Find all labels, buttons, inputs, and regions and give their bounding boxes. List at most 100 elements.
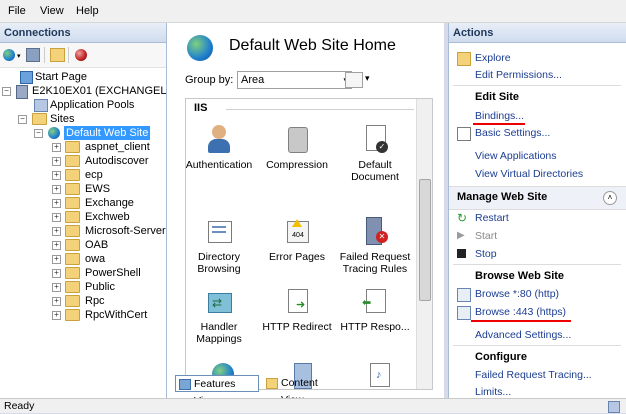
feature-error-pages[interactable]: 404 Error Pages [258,217,336,263]
edit-permissions-link[interactable]: Edit Permissions... [475,69,562,81]
http-response-icon: ⬅ [360,287,390,317]
limits-link[interactable]: Limits... [475,386,511,398]
folder-icon [65,281,80,293]
folder-icon [65,295,80,307]
scrollbar-thumb[interactable] [419,179,431,301]
browse-https-icon [457,306,471,320]
restart-link[interactable]: Restart [475,212,509,224]
configure-header: Configure [475,351,527,363]
connections-toolbar: ▾ [0,43,166,68]
feature-failed-request-tracing[interactable]: ✕ Failed Request Tracing Rules [336,217,414,275]
expand-icon[interactable]: + [52,241,61,250]
tree-node-server[interactable]: − E2K10EX01 (EXCHANGELABS\a [2,84,166,99]
start-page-icon [20,71,33,84]
connect-icon[interactable] [3,49,15,61]
expand-icon[interactable]: + [52,283,61,292]
advanced-settings-link[interactable]: Advanced Settings... [475,329,571,341]
server-icon [16,85,28,99]
basic-settings-link[interactable]: Basic Settings... [475,127,550,139]
view-mode-dropdown-icon[interactable]: ▾ [365,73,370,84]
feature-handler-mappings[interactable]: ⇄ Handler Mappings [186,287,258,345]
group-by-label: Group by: [185,74,234,86]
feature-directory-browsing[interactable]: Directory Browsing [186,217,258,275]
folder-icon [65,267,80,279]
folder-icon [65,183,80,195]
browse-https-link[interactable]: Browse :443 (https) [475,306,566,318]
expand-icon[interactable]: + [52,171,61,180]
bindings-link[interactable]: Bindings... [475,110,524,122]
error-pages-icon: 404 [282,217,312,247]
features-scrollbar[interactable] [416,99,432,389]
bindings-annotation-underline [473,123,525,125]
failed-request-tracing-icon: ✕ [360,217,390,247]
view-mode-icon[interactable] [345,72,363,88]
default-document-icon: ✓ [360,125,390,155]
folder-icon [65,225,80,237]
view-virtual-directories-link[interactable]: View Virtual Directories [475,168,583,180]
tab-features-view[interactable]: Features View [175,375,259,407]
expand-icon[interactable]: + [52,185,61,194]
up-folder-icon[interactable] [50,48,65,62]
folder-icon [65,309,80,321]
folder-icon [65,253,80,265]
basic-settings-icon [457,127,471,141]
http-redirect-icon: ➜ [282,287,312,317]
actions-title: Actions [449,23,626,43]
feature-http-response[interactable]: ⬅ HTTP Respo... [336,287,414,333]
section-divider [226,109,414,110]
expand-icon[interactable]: + [52,213,61,222]
restart-icon: ↻ [457,211,468,225]
view-tabs: Features View Content View [175,375,439,407]
browse-http-link[interactable]: Browse *:80 (http) [475,288,559,300]
expand-icon[interactable]: + [52,143,61,152]
view-applications-link[interactable]: View Applications [475,150,557,162]
collapse-icon[interactable]: − [18,115,27,124]
expand-icon[interactable]: + [52,269,61,278]
folder-icon [65,239,80,251]
folder-icon [65,211,80,223]
expand-icon[interactable]: + [52,311,61,320]
edit-site-header: Edit Site [475,91,520,103]
menu-help[interactable]: Help [76,5,99,17]
browse-web-site-header: Browse Web Site [475,270,565,282]
compression-icon [282,125,312,155]
menu-file[interactable]: File [8,5,26,17]
feature-default-document[interactable]: ✓ Default Document [336,125,414,183]
collapse-icon[interactable]: − [2,87,11,96]
actions-divider-3 [453,345,621,346]
status-bar: Ready [0,398,626,413]
start-icon: ▶ [457,230,465,241]
expand-icon[interactable]: + [52,227,61,236]
menu-view[interactable]: View [40,5,64,17]
page-title: Default Web Site Home [229,37,396,54]
group-by-bar: Group by: Area ▾ ▾ [185,71,435,93]
collapse-section-icon[interactable]: ˄ [603,191,617,205]
directory-browsing-icon [204,217,234,247]
toolbar-divider [44,47,45,63]
connections-title: Connections [0,23,166,43]
actions-divider-2 [453,264,621,265]
tab-content-view[interactable]: Content View [263,375,347,406]
browse-http-icon [457,288,471,302]
stop-link[interactable]: Stop [475,248,497,260]
dropdown-arrow-icon[interactable]: ▾ [17,52,21,60]
expand-icon[interactable]: + [52,255,61,264]
collapse-icon[interactable]: − [34,129,43,138]
save-icon[interactable] [26,48,40,62]
site-home-globe-icon [187,35,213,61]
expand-icon[interactable]: + [52,157,61,166]
failed-request-tracing-link[interactable]: Failed Request Tracing... [475,369,592,381]
handler-mappings-icon: ⇄ [204,287,234,317]
feature-authentication[interactable]: Authentication [186,125,258,171]
start-link[interactable]: Start [475,230,497,242]
expand-icon[interactable]: + [52,297,61,306]
connections-tree: Start Page − E2K10EX01 (EXCHANGELABS\a A… [0,67,166,398]
explore-link[interactable]: Explore [475,52,511,64]
browse-https-annotation-underline [471,320,571,322]
group-by-select[interactable]: Area ▾ [237,71,352,89]
feature-compression[interactable]: Compression [258,125,336,171]
disconnect-icon[interactable] [75,49,87,61]
folder-icon [65,155,80,167]
feature-http-redirect[interactable]: ➜ HTTP Redirect [258,287,336,333]
expand-icon[interactable]: + [52,199,61,208]
